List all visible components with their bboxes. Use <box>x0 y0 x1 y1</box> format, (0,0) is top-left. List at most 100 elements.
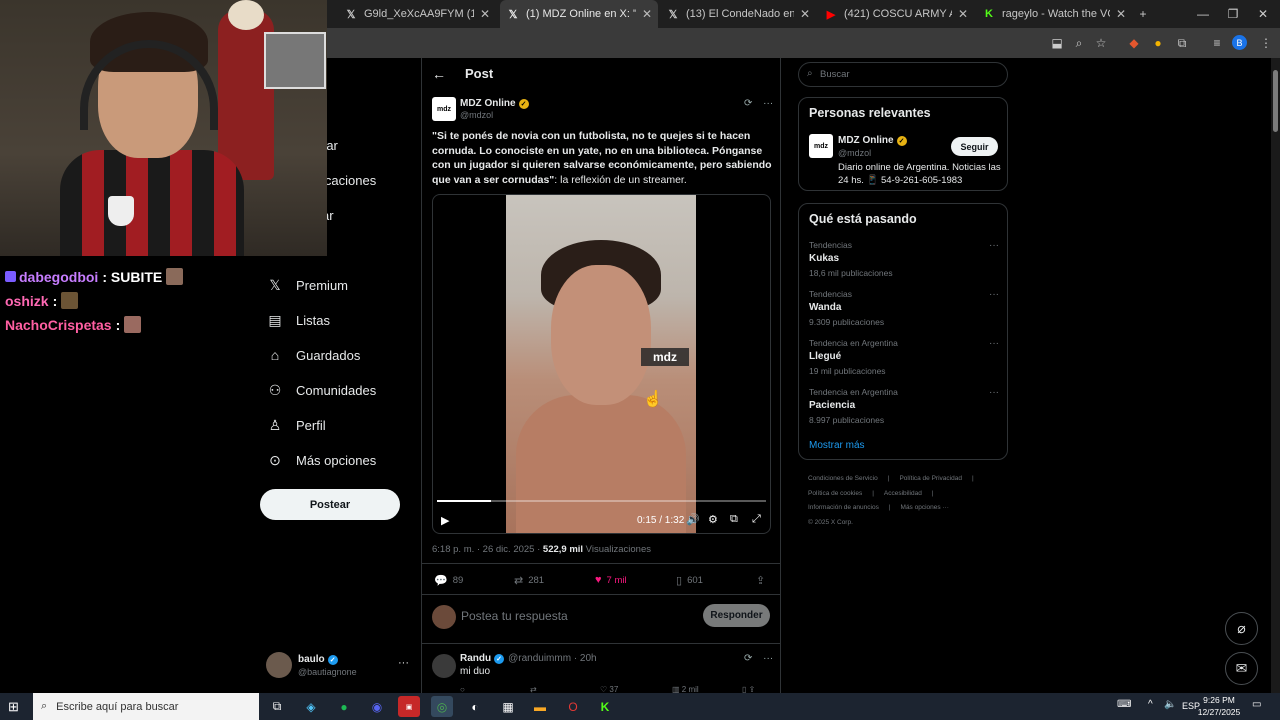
share-stat[interactable]: ⇪ <box>756 574 770 587</box>
trend-item[interactable]: Tendencia en Argentina Llegué 19 mil pub… <box>809 338 999 376</box>
avatar[interactable] <box>432 654 456 678</box>
profile-avatar-icon[interactable]: B <box>1232 35 1247 50</box>
nav-item-more[interactable]: ⊙ Más opciones <box>266 445 376 475</box>
opera-icon[interactable]: O <box>562 696 584 717</box>
footer-link[interactable]: Condiciones de Servicio <box>808 475 878 482</box>
close-icon[interactable]: ✕ <box>1116 7 1126 21</box>
tab-youtube[interactable]: ▶ (421) COSCU ARMY AWARDS 2 ✕ <box>818 0 974 28</box>
avatar[interactable]: mdz <box>809 134 833 158</box>
settings-icon[interactable]: ⚙ <box>708 513 718 526</box>
footer-link[interactable]: Información de anuncios <box>808 504 879 511</box>
extension-icon[interactable]: ◆ <box>1125 34 1143 52</box>
more-icon[interactable]: ··· <box>763 98 773 109</box>
reply-input[interactable]: Postea tu respuesta <box>461 609 568 623</box>
account-switcher[interactable]: baulo ✓ @bautiagnone ··· <box>266 652 416 682</box>
tab-title: (13) El CondeNado en X: "jajaja <box>686 8 794 20</box>
tab-kick[interactable]: K rageylo - Watch the VOD o ✕ <box>976 0 1132 28</box>
video-player[interactable]: mdz ▶ 0:15 / 1:32 🔊 ⚙ ⧉ ⤢ <box>432 194 771 534</box>
close-icon[interactable]: ✕ <box>642 7 652 21</box>
install-icon[interactable]: ⬓ <box>1048 34 1066 52</box>
obs-icon[interactable]: ◐ <box>464 696 486 717</box>
app-icon[interactable]: ▣ <box>398 696 420 717</box>
star-icon[interactable]: ☆ <box>1092 34 1110 52</box>
tab-image[interactable]: 𝕏 G9ld_XeXcAA9FYM (1152×2048) ✕ <box>338 0 496 28</box>
nav-item-premium[interactable]: 𝕏 Premium <box>266 270 348 300</box>
zoom-icon[interactable]: ⌕ <box>1070 34 1088 52</box>
puzzle-icon[interactable]: ⧉ <box>1173 34 1191 52</box>
close-icon[interactable]: ✕ <box>958 7 968 21</box>
fullscreen-icon[interactable]: ⤢ <box>752 513 761 526</box>
grok-button[interactable]: ⌀ <box>1225 612 1258 645</box>
show-more-link[interactable]: Mostrar más <box>809 440 865 451</box>
pip-icon[interactable]: ⧉ <box>730 513 738 526</box>
media-icon[interactable]: ≡ <box>1208 34 1226 52</box>
discord-icon[interactable]: ◉ <box>366 696 388 717</box>
video-progress-bar[interactable] <box>437 500 766 502</box>
follow-button[interactable]: Seguir <box>951 137 998 156</box>
nav-item-lists[interactable]: ▤ Listas <box>266 305 330 335</box>
author-name-row[interactable]: MDZ Online ✓ <box>460 98 529 109</box>
trend-item[interactable]: Tendencia en Argentina Paciencia 8.997 p… <box>809 387 999 425</box>
play-icon[interactable]: ▶ <box>441 514 449 527</box>
extension-icon[interactable]: ● <box>1149 34 1167 52</box>
nav-item-profile[interactable]: ♙ Perfil <box>266 410 326 440</box>
spotify-icon[interactable]: ● <box>333 696 355 717</box>
more-icon[interactable]: ··· <box>763 653 773 664</box>
close-window-button[interactable]: ✕ <box>1248 0 1278 28</box>
footer-link[interactable]: Política de cookies <box>808 490 862 497</box>
volume-icon[interactable]: 🔊 <box>686 513 700 526</box>
clock[interactable]: 9:26 PM 12/27/2025 <box>1196 694 1242 718</box>
minimize-button[interactable]: — <box>1188 0 1218 28</box>
tab-condenado[interactable]: 𝕏 (13) El CondeNado en X: "jajaja ✕ <box>660 0 816 28</box>
reply-button[interactable]: Responder <box>703 604 770 627</box>
close-icon[interactable]: ✕ <box>480 7 490 21</box>
chevron-up-icon[interactable]: ^ <box>1148 699 1153 710</box>
back-arrow-icon[interactable]: ← <box>432 66 446 82</box>
volume-icon[interactable]: 🔈 <box>1164 699 1176 710</box>
new-tab-button[interactable]: + <box>1128 0 1158 28</box>
more-icon[interactable]: ··· <box>989 240 999 251</box>
more-icon[interactable]: ··· <box>989 387 999 398</box>
chrome-icon[interactable]: ◎ <box>431 696 453 717</box>
close-icon[interactable]: ✕ <box>800 7 810 21</box>
task-view-icon[interactable]: ⧉ <box>266 696 288 717</box>
windows-start-icon[interactable]: ⊞ <box>8 699 19 715</box>
folder-icon[interactable]: ▬ <box>529 696 551 717</box>
messages-button[interactable]: ✉ <box>1225 652 1258 685</box>
notification-icon[interactable]: ▭ <box>1252 699 1261 710</box>
author-avatar[interactable]: mdz <box>432 97 456 121</box>
grok-icon[interactable]: ⟳ <box>744 98 752 109</box>
trend-item[interactable]: Tendencias Kukas 18,6 mil publicaciones … <box>809 240 999 278</box>
nav-item-bookmarks[interactable]: ⌂ Guardados <box>266 340 361 370</box>
scroll-thumb[interactable] <box>1273 70 1278 132</box>
footer-link[interactable]: Política de Privacidad <box>899 475 962 482</box>
maximize-button[interactable]: ❐ <box>1218 0 1248 28</box>
taskbar-search[interactable]: ⌕ Escribe aquí para buscar <box>33 693 259 720</box>
relevant-name-row[interactable]: MDZ Online ✓ <box>838 135 907 146</box>
more-icon[interactable]: ··· <box>989 338 999 349</box>
keyboard-icon[interactable]: ⌨ <box>1117 699 1131 710</box>
kick-icon[interactable]: K <box>594 696 616 717</box>
author-handle[interactable]: @mdzol <box>460 110 493 120</box>
more-icon[interactable]: ··· <box>398 657 409 669</box>
capcut-icon[interactable]: ▦ <box>497 696 519 717</box>
footer-link[interactable]: Accesibilidad <box>884 490 922 497</box>
like-stat[interactable]: ♥ 7 mil <box>595 574 627 586</box>
reply-stat[interactable]: 💬 89 <box>434 574 463 587</box>
copilot-icon[interactable]: ◈ <box>300 696 322 717</box>
menu-icon[interactable]: ⋮ <box>1257 34 1275 52</box>
nav-item-communities[interactable]: ⚇ Comunidades <box>266 375 377 405</box>
trend-item[interactable]: Tendencias Wanda 9.309 publicaciones ··· <box>809 289 999 327</box>
post-button[interactable]: Postear <box>260 489 400 520</box>
scrollbar[interactable] <box>1271 58 1280 698</box>
comment-author[interactable]: Randu ✓ @randuimmm · 20h <box>460 653 597 664</box>
search-input[interactable]: ⌕ Buscar <box>798 62 1008 87</box>
tab-mdz[interactable]: 𝕏 (1) MDZ Online en X: ""Si te po ✕ <box>500 0 658 28</box>
footer-link[interactable]: Más opciones ··· <box>901 504 949 511</box>
repost-stat[interactable]: ⇄ 281 <box>514 574 544 587</box>
bookmark-stat[interactable]: ▯ 601 <box>676 574 703 587</box>
nav-item-partial[interactable]: icaciones <box>322 165 376 195</box>
post-timestamp[interactable]: 6:18 p. m. · 26 dic. 2025 · <box>432 544 543 555</box>
grok-icon[interactable]: ⟳ <box>744 653 752 664</box>
more-icon[interactable]: ··· <box>989 289 999 300</box>
